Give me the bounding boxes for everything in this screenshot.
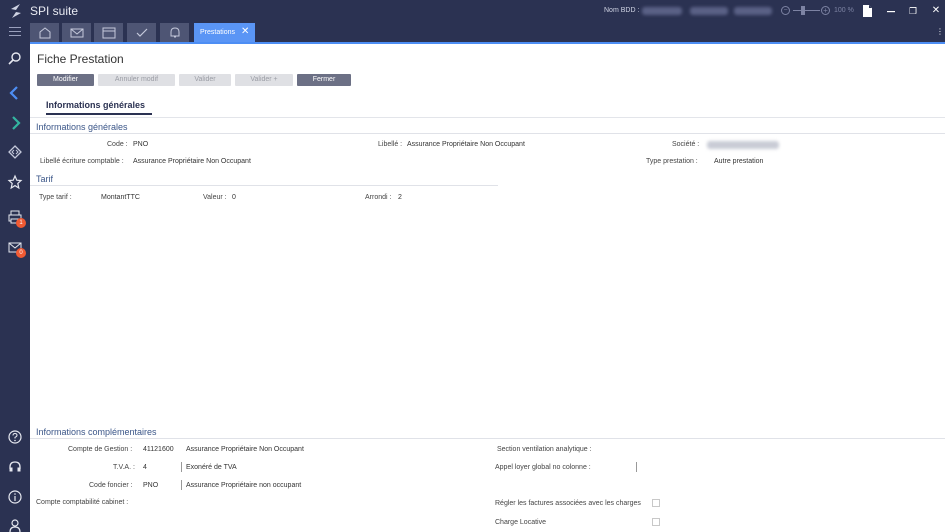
- compte-gestion-code: 41121600: [143, 446, 174, 453]
- app-logo-icon: [11, 4, 21, 18]
- arrondi-value: 2: [398, 194, 402, 201]
- page-title: Fiche Prestation: [37, 52, 124, 66]
- tva-separator: [181, 462, 182, 472]
- fermer-button[interactable]: Fermer: [297, 74, 351, 86]
- close-window-button[interactable]: ✕: [928, 3, 944, 19]
- complementaires-section-title: Informations complémentaires: [36, 427, 157, 437]
- valider-plus-button[interactable]: Valider +: [235, 74, 293, 86]
- bell-icon: [170, 27, 180, 38]
- calendar-icon: [102, 27, 116, 39]
- db-name-redacted: [642, 7, 682, 15]
- tab-mail[interactable]: [62, 23, 92, 42]
- modifier-button[interactable]: Modifier: [37, 74, 94, 86]
- charge-locative-label: Charge Locative: [495, 519, 546, 526]
- db-server-redacted: [690, 7, 728, 15]
- societe-label: Société :: [672, 141, 700, 148]
- tab-tasks[interactable]: [127, 23, 157, 42]
- code-foncier-code: PNO: [143, 482, 159, 489]
- diamond-left-icon[interactable]: [7, 85, 23, 101]
- tab-divider: [30, 117, 945, 118]
- db-label: Nom BDD :: [604, 7, 640, 14]
- user-redacted: [734, 7, 772, 15]
- code-value: PNO: [133, 141, 149, 148]
- headset-icon[interactable]: [7, 459, 23, 475]
- zoom-slider[interactable]: [793, 10, 820, 11]
- zoom-in-button[interactable]: +: [821, 6, 830, 15]
- type-tarif-value: MontantTTC: [101, 194, 140, 201]
- tab-close-button[interactable]: ✕: [241, 26, 249, 37]
- zoom-out-button[interactable]: −: [781, 6, 790, 15]
- zoom-slider-thumb[interactable]: [801, 6, 805, 15]
- tab-home[interactable]: [30, 23, 60, 42]
- document-icon[interactable]: [859, 3, 875, 19]
- tab-informations-generales[interactable]: Informations générales: [46, 100, 145, 110]
- regler-factures-label: Régler les factures associées avec les c…: [495, 500, 641, 507]
- tarif-section-title: Tarif: [36, 174, 54, 184]
- title-bar: SPI suite Nom BDD : − + 100 % ❐ ✕: [0, 0, 945, 22]
- code-label: Code :: [107, 141, 128, 148]
- compte-cabinet-label: Compte comptabilité cabinet :: [36, 499, 129, 506]
- tva-label: T.V.A. :: [113, 464, 135, 471]
- appel-loyer-label: Appel loyer global no colonne :: [495, 464, 591, 471]
- regler-factures-checkbox[interactable]: [652, 499, 660, 507]
- type-tarif-label: Type tarif :: [39, 194, 72, 201]
- arrondi-label: Arrondi :: [365, 194, 392, 201]
- zoom-value: 100 %: [834, 7, 854, 14]
- libelle-ecriture-label: Libellé écriture comptable :: [40, 158, 124, 165]
- type-prestation-value: Autre prestation: [714, 158, 764, 165]
- compte-gestion-value: Assurance Propriétaire Non Occupant: [186, 446, 304, 453]
- menu-icon[interactable]: [9, 27, 21, 37]
- complementaires-section-rule: [30, 438, 945, 439]
- restore-button[interactable]: ❐: [905, 3, 921, 19]
- tarif-section-rule: [30, 185, 498, 186]
- help-icon[interactable]: [7, 429, 23, 445]
- more-options-button[interactable]: ⋮: [936, 27, 944, 36]
- info-icon[interactable]: [7, 489, 23, 505]
- main-content: Fiche Prestation Modifier Annuler modif …: [30, 44, 945, 532]
- search-icon[interactable]: [7, 51, 23, 67]
- check-icon: [136, 28, 148, 37]
- tab-prestations-label: Prestations: [200, 29, 236, 36]
- general-section-rule: [30, 133, 945, 134]
- code-foncier-separator: [181, 480, 182, 490]
- tva-value: Exonéré de TVA: [186, 464, 237, 471]
- code-foncier-value: Assurance Propriétaire non occupant: [186, 482, 302, 489]
- envelope-badge: 0: [16, 248, 26, 258]
- valeur-label: Valeur :: [203, 194, 227, 201]
- tab-prestations[interactable]: Prestations ✕: [194, 23, 255, 43]
- valider-button[interactable]: Valider: [179, 74, 231, 86]
- tab-notifications[interactable]: [160, 23, 190, 42]
- valeur-value: 0: [232, 194, 236, 201]
- general-section-title: Informations générales: [36, 122, 128, 132]
- home-icon: [39, 27, 51, 39]
- charge-locative-checkbox[interactable]: [652, 518, 660, 526]
- print-badge: 1: [16, 218, 26, 228]
- societe-value-redacted: [707, 141, 779, 149]
- libelle-label: Libellé :: [378, 141, 403, 148]
- minimize-icon[interactable]: [883, 3, 899, 19]
- tab-calendar[interactable]: [94, 23, 124, 42]
- appel-loyer-field[interactable]: [636, 462, 637, 472]
- active-tab-underline: [46, 113, 152, 115]
- compte-gestion-label: Compte de Gestion :: [68, 446, 133, 453]
- user-icon[interactable]: [7, 517, 23, 532]
- libelle-ecriture-value: Assurance Propriétaire Non Occupant: [133, 158, 251, 165]
- star-icon[interactable]: [7, 174, 23, 190]
- libelle-value: Assurance Propriétaire Non Occupant: [407, 141, 525, 148]
- diamond-right-icon[interactable]: [7, 115, 23, 131]
- app-name: SPI suite: [30, 4, 79, 18]
- annuler-modif-button[interactable]: Annuler modif: [98, 74, 175, 86]
- mail-icon: [70, 28, 84, 38]
- sidebar: 1 0: [0, 43, 30, 532]
- type-prestation-label: Type prestation :: [646, 158, 698, 165]
- code-foncier-label: Code foncier :: [89, 482, 133, 489]
- section-ventilation-label: Section ventilation analytique :: [497, 446, 592, 453]
- diamond-code-icon[interactable]: [7, 144, 23, 160]
- tva-code: 4: [143, 464, 147, 471]
